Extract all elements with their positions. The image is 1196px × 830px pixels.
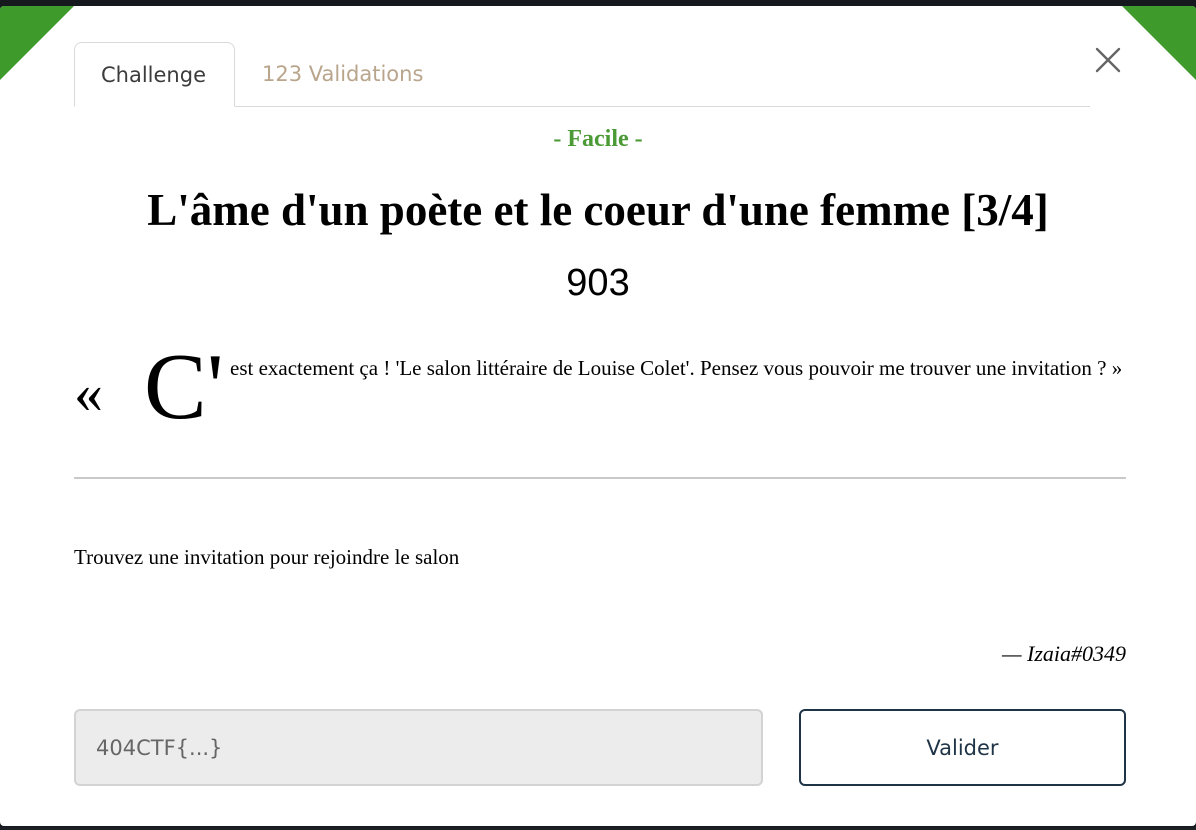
quote-dropcap: C' bbox=[144, 335, 224, 439]
challenge-points: 903 bbox=[566, 262, 630, 304]
difficulty-label: - Facile - bbox=[553, 126, 643, 152]
tab-validations[interactable]: 123 Validations bbox=[236, 42, 449, 105]
challenge-author: — Izaia#0349 bbox=[1001, 641, 1126, 666]
quote-text: est exactement ça ! 'Le salon littéraire… bbox=[230, 356, 1123, 380]
flag-input[interactable] bbox=[74, 709, 763, 786]
tab-challenge[interactable]: Challenge bbox=[74, 42, 235, 107]
quote-open-mark: « bbox=[74, 360, 103, 425]
close-icon bbox=[1095, 47, 1121, 73]
corner-ribbon-right bbox=[1122, 6, 1196, 80]
challenge-quote: « C' est exactement ça ! 'Le salon litté… bbox=[74, 340, 1126, 446]
challenge-instruction: Trouvez une invitation pour rejoindre le… bbox=[74, 545, 460, 569]
close-button[interactable] bbox=[1092, 44, 1124, 76]
challenge-title: L'âme d'un poète et le coeur d'une femme… bbox=[147, 185, 1049, 235]
corner-ribbon-left bbox=[0, 6, 74, 80]
submit-button[interactable]: Valider bbox=[799, 709, 1126, 786]
tab-bar: Challenge 123 Validations bbox=[74, 42, 1090, 107]
divider bbox=[74, 477, 1126, 479]
